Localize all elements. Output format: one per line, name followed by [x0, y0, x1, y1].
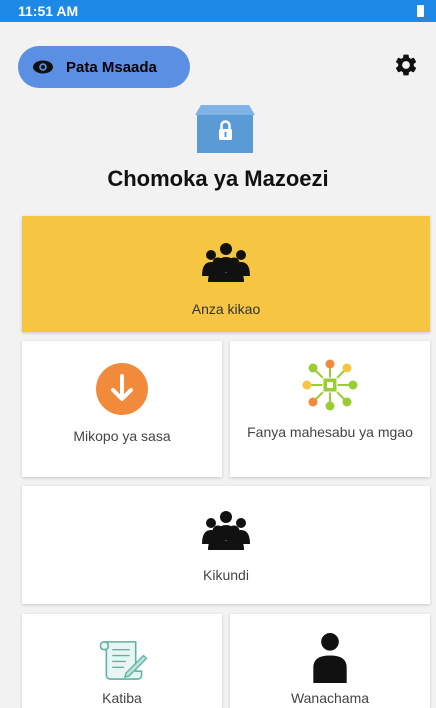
status-time: 11:51 AM — [18, 3, 79, 19]
scroll-icon — [99, 641, 148, 680]
members-tile[interactable]: Wanachama — [230, 614, 430, 708]
group-label: Kikundi — [203, 567, 249, 583]
group-icon — [202, 243, 250, 282]
dividend-calc-label: Fanya mahesabu ya mgao — [247, 424, 413, 440]
person-icon — [313, 632, 347, 683]
start-meeting-label: Anza kikao — [191, 301, 261, 317]
charter-label: Katiba — [102, 690, 142, 706]
help-button-label: Pata Msaada — [66, 58, 157, 76]
locked-box-icon — [195, 105, 255, 153]
eye-icon — [33, 60, 53, 74]
members-label: Wanachama — [290, 690, 370, 706]
group-icon — [202, 511, 250, 550]
dividend-calc-tile[interactable]: Fanya mahesabu ya mgao — [230, 341, 430, 477]
status-bar: 11:51 AM — [0, 0, 436, 22]
gear-icon[interactable] — [393, 52, 419, 78]
start-meeting-tile[interactable]: Anza kikao — [22, 216, 430, 332]
download-arrow-icon — [96, 363, 148, 415]
group-tile[interactable]: Kikundi — [22, 486, 430, 604]
app-title: Chomoka ya Mazoezi — [107, 166, 329, 191]
battery-icon — [417, 5, 424, 17]
charter-tile[interactable]: Katiba — [22, 614, 222, 708]
current-loans-tile[interactable]: Mikopo ya sasa — [22, 341, 222, 477]
current-loans-label: Mikopo ya sasa — [73, 428, 171, 444]
help-button[interactable]: Pata Msaada — [18, 46, 190, 88]
network-icon — [302, 359, 358, 411]
